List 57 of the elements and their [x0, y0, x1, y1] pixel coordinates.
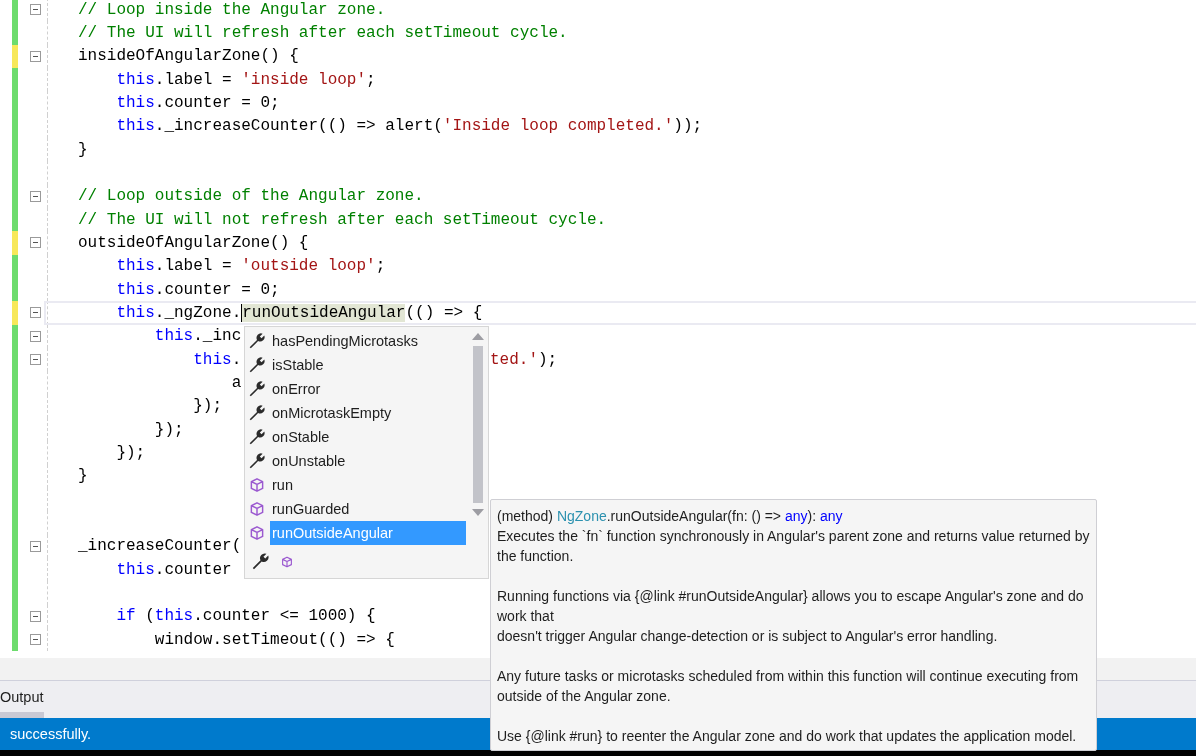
wrench-icon — [247, 428, 267, 446]
collapse-icon[interactable] — [29, 610, 41, 622]
code-line: this. — [192, 350, 242, 369]
code-line: // The UI will refresh after each setTimeout cycle. — [78, 24, 568, 42]
collapse-icon[interactable] — [29, 307, 41, 319]
doc-paragraph: Running functions via {@link #runOutsideAngular} allows you to escape Angular's zone and do work that doesn't trigger Angular change-detection or is subject to Angular's error handling. — [497, 587, 1085, 646]
collapse-icon[interactable] — [29, 634, 41, 645]
code-line: } — [78, 140, 88, 159]
code-line: _increaseCounter( — [78, 537, 242, 556]
code-line: this._ngZone.runOutsideAngular(() => { — [115, 303, 483, 322]
doc-paragraph: Executes the `fn` function synchronously in Angular's parent zone and returns value returned by the function. — [497, 527, 1090, 566]
code-line: } — [78, 467, 88, 486]
completion-item[interactable]: run — [245, 473, 470, 497]
completion-item[interactable]: hasPendingMicrotasks — [245, 329, 470, 353]
completion-item[interactable]: runGuarded — [245, 497, 470, 521]
completion-item[interactable]: onMicrotaskEmpty — [245, 401, 470, 425]
collapse-icon[interactable] — [29, 354, 41, 366]
completion-item[interactable]: onError — [245, 377, 470, 401]
wrench-icon — [247, 452, 267, 470]
code-line: this._increaseCounter(() => alert('Inside loop completed.')); — [115, 117, 703, 136]
code-line: }); — [192, 397, 223, 416]
code-line: this.counter = 0; — [115, 93, 280, 112]
completion-item[interactable]: isStable — [245, 353, 470, 377]
collapse-icon[interactable] — [29, 190, 41, 202]
code-line: // The UI will not refresh after each setTimeout cycle. — [78, 210, 607, 229]
code-line: this.label = 'inside loop'; — [115, 70, 376, 89]
status-text: successfully. — [10, 726, 92, 742]
wrench-icon — [247, 332, 267, 350]
code-line: a — [230, 373, 242, 392]
code-line: window.setTimeout(() => { — [153, 630, 395, 649]
code-fragment: ted.'); — [490, 350, 558, 369]
collapse-icon[interactable] — [29, 4, 41, 16]
code-line: this.counter = 0; — [115, 280, 280, 299]
wrench-icon[interactable] — [251, 552, 270, 571]
code-line: }); — [153, 420, 184, 439]
collapse-icon[interactable] — [29, 237, 41, 249]
code-line: outsideOfAngularZone() { — [78, 233, 309, 252]
cube-icon[interactable] — [280, 554, 294, 569]
completion-item[interactable]: onUnstable — [245, 449, 470, 473]
code-line: this.label = 'outside loop'; — [115, 257, 386, 276]
method-signature: (method) NgZone.runOutsideAngular(fn: () => any): any — [497, 507, 844, 526]
collapse-icon[interactable] — [29, 330, 41, 342]
collapse-icon[interactable] — [29, 50, 41, 62]
wrench-icon — [247, 404, 267, 422]
code-line: }); — [115, 443, 146, 462]
code-line: // Loop inside the Angular zone. — [78, 0, 386, 19]
code-line: if (this.counter <= 1000) { — [115, 607, 376, 626]
code-line: // Loop outside of the Angular zone. — [78, 187, 424, 206]
code-line: this._inc — [153, 327, 242, 346]
completion-item[interactable]: onStable — [245, 425, 470, 449]
code-line: insideOfAngularZone() { — [78, 47, 299, 66]
doc-paragraph: Any future tasks or microtasks scheduled from within this function will continue executing from outside of the Angular zone. — [497, 667, 1080, 706]
wrench-icon — [247, 380, 267, 398]
wrench-icon — [247, 356, 267, 374]
doc-paragraph: Use {@link #run} to reenter the Angular zone and do work that updates the application model. — [497, 727, 1078, 746]
collapse-icon[interactable] — [29, 540, 41, 552]
code-line: this.counter — [115, 560, 232, 579]
